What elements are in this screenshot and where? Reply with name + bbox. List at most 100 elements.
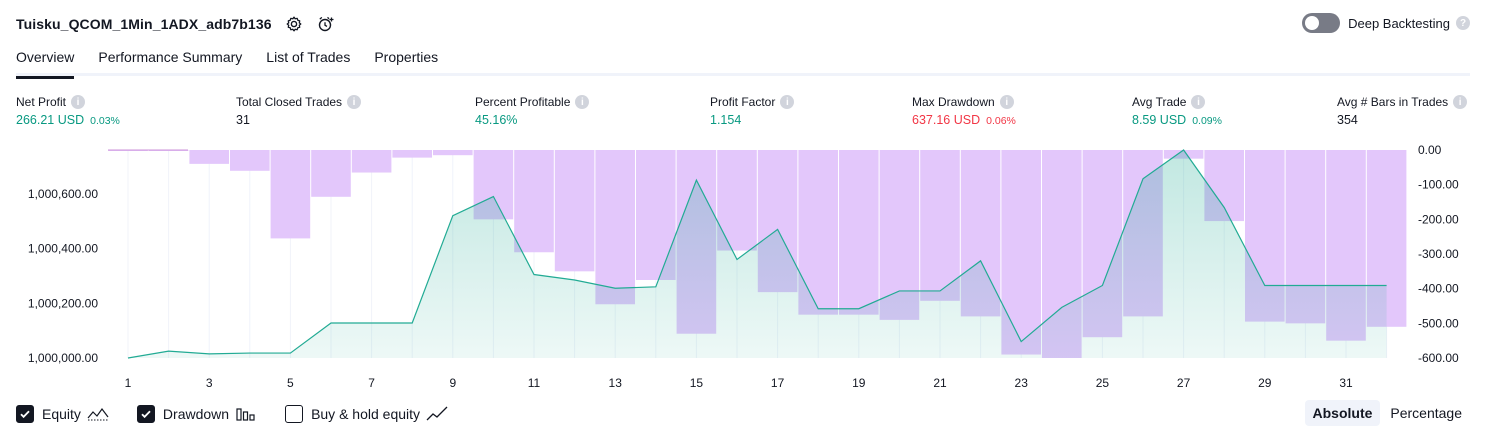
stat-label: Net Profit: [16, 95, 67, 109]
stat-value: 8.59 USD: [1132, 113, 1187, 127]
stat-value: 637.16 USD: [912, 113, 981, 127]
stat-avg-trade: Avg Trade i 8.59 USD 0.09%: [1132, 94, 1222, 127]
legend-label: Drawdown: [162, 406, 230, 422]
deep-backtesting-toggle[interactable]: [1302, 13, 1341, 33]
legend-buy-hold-equity[interactable]: Buy & hold equity: [285, 405, 448, 423]
tab-performance-summary[interactable]: Performance Summary: [98, 46, 242, 76]
x-axis-tick-label: 5: [287, 376, 294, 390]
equity-drawdown-chart[interactable]: 1,000,000.00 1,000,200.00 1,000,400.00 1,00…: [0, 138, 1486, 396]
right-axis-tick-label: 0.00: [1418, 143, 1442, 157]
legend-drawdown[interactable]: Drawdown: [136, 405, 257, 423]
tab-overview[interactable]: Overview: [16, 46, 75, 79]
info-icon[interactable]: i: [1453, 95, 1468, 109]
x-axis-tick-label: 13: [609, 376, 623, 390]
drawdown-bar: [514, 150, 554, 253]
x-axis-tick-label: 23: [1015, 376, 1029, 390]
stat-sub-value: 0.03%: [90, 115, 120, 127]
drawdown-bar: [595, 150, 635, 305]
deep-backtesting-label: Deep Backtesting: [1348, 15, 1450, 31]
stat-sub-value: 0.06%: [986, 115, 1016, 127]
stat-label: Max Drawdown: [912, 95, 995, 109]
display-mode-switch: Absolute Percentage: [1303, 400, 1471, 426]
x-axis-tick-label: 3: [206, 376, 213, 390]
x-axis-tick-label: 17: [771, 376, 785, 390]
right-axis-tick-label: -200.00: [1418, 212, 1459, 226]
line-icon: [426, 406, 448, 421]
x-axis-tick-label: 11: [528, 376, 541, 390]
tab-properties[interactable]: Properties: [374, 46, 438, 76]
stat-label: Avg # Bars in Trades: [1337, 95, 1449, 109]
left-axis-tick-label: 1,000,000.00: [28, 351, 98, 365]
x-axis-tick-label: 21: [933, 376, 947, 390]
stat-sub-value: 0.09%: [1192, 115, 1222, 127]
drawdown-bar: [920, 150, 960, 301]
buy-hold-checkbox[interactable]: [285, 405, 304, 423]
area-line-icon: [87, 407, 109, 421]
drawdown-bar: [554, 150, 595, 272]
legend-label: Buy & hold equity: [311, 406, 421, 422]
x-axis-tick-label: 29: [1258, 376, 1272, 390]
right-axis-tick-label: -300.00: [1418, 247, 1459, 261]
left-axis-tick-label: 1,000,600.00: [28, 187, 98, 201]
help-question-icon[interactable]: ?: [1456, 16, 1470, 30]
settings-gear-icon[interactable]: [284, 14, 304, 34]
drawdown-bar: [311, 150, 351, 197]
left-axis-tick-label: 1,000,200.00: [28, 296, 98, 310]
drawdown-bar: [189, 150, 229, 164]
stat-label: Total Closed Trades: [236, 95, 343, 109]
chart-legend: Equity Drawdown Buy & hold equity: [16, 403, 476, 425]
stat-value: 266.21 USD: [16, 113, 85, 127]
right-axis-tick-label: -100.00: [1418, 178, 1459, 192]
right-axis-tick-label: -600.00: [1418, 351, 1459, 365]
stat-percent-profitable: Percent Profitable i 45.16%: [475, 94, 590, 127]
left-axis-tick-label: 1,000,400.00: [28, 242, 98, 256]
deep-backtesting: Deep Backtesting ?: [1302, 13, 1470, 33]
drawdown-bar: [230, 150, 270, 171]
info-icon[interactable]: i: [347, 95, 362, 109]
drawdown-bar: [270, 150, 311, 239]
legend-equity[interactable]: Equity: [16, 405, 109, 423]
equity-checkbox[interactable]: [16, 405, 34, 423]
x-axis-tick-label: 9: [449, 376, 456, 390]
bars-icon: [236, 408, 255, 421]
stats-row: Net Profit i 266.21 USD 0.03% Total Closed…: [16, 94, 1470, 130]
drawdown-bar: [351, 150, 392, 173]
stat-label: Percent Profitable: [475, 95, 571, 109]
mode-percentage-button[interactable]: Percentage: [1382, 400, 1470, 426]
info-icon[interactable]: i: [575, 95, 590, 109]
x-axis-tick-label: 31: [1339, 376, 1353, 390]
legend-label: Equity: [42, 406, 81, 422]
stat-label: Profit Factor: [710, 95, 776, 109]
info-icon[interactable]: i: [780, 95, 795, 109]
right-axis-tick-label: -500.00: [1418, 316, 1459, 330]
stat-label: Avg Trade: [1132, 95, 1187, 109]
drawdown-bar: [392, 150, 432, 158]
stat-value: 45.16%: [475, 113, 518, 127]
x-axis-tick-label: 1: [125, 376, 132, 390]
right-axis-tick-label: -400.00: [1418, 282, 1459, 296]
x-axis-tick-label: 19: [852, 376, 866, 390]
mode-absolute-button[interactable]: Absolute: [1304, 400, 1381, 426]
info-icon[interactable]: i: [1191, 95, 1206, 109]
x-axis-tick-label: 27: [1177, 376, 1191, 390]
strategy-name: Tuisku_QCOM_1Min_1ADX_adb7b136: [16, 16, 272, 32]
info-icon[interactable]: i: [71, 95, 86, 109]
tab-list-of-trades[interactable]: List of Trades: [266, 46, 350, 76]
info-icon[interactable]: i: [999, 95, 1014, 109]
x-axis-tick-label: 7: [368, 376, 375, 390]
stat-value: 31: [236, 113, 250, 127]
drawdown-checkbox[interactable]: [136, 405, 155, 423]
x-axis-tick-label: 25: [1096, 376, 1110, 390]
stat-value: 354: [1337, 113, 1358, 127]
stat-total-closed-trades: Total Closed Trades i 31: [236, 94, 362, 127]
strategy-header: Tuisku_QCOM_1Min_1ADX_adb7b136: [16, 12, 336, 36]
stat-max-drawdown: Max Drawdown i 637.16 USD 0.06%: [912, 94, 1016, 127]
add-alert-clock-icon[interactable]: [316, 14, 336, 34]
drawdown-bar: [839, 150, 879, 315]
stat-value: 1.154: [710, 113, 742, 127]
tab-bar: Overview Performance Summary List of Tra…: [16, 46, 1470, 79]
stat-net-profit: Net Profit i 266.21 USD 0.03%: [16, 94, 120, 127]
stat-profit-factor: Profit Factor i 1.154: [710, 94, 795, 127]
stat-avg-bars-in-trades: Avg # Bars in Trades i 354: [1337, 94, 1468, 127]
drawdown-bar: [433, 150, 473, 156]
